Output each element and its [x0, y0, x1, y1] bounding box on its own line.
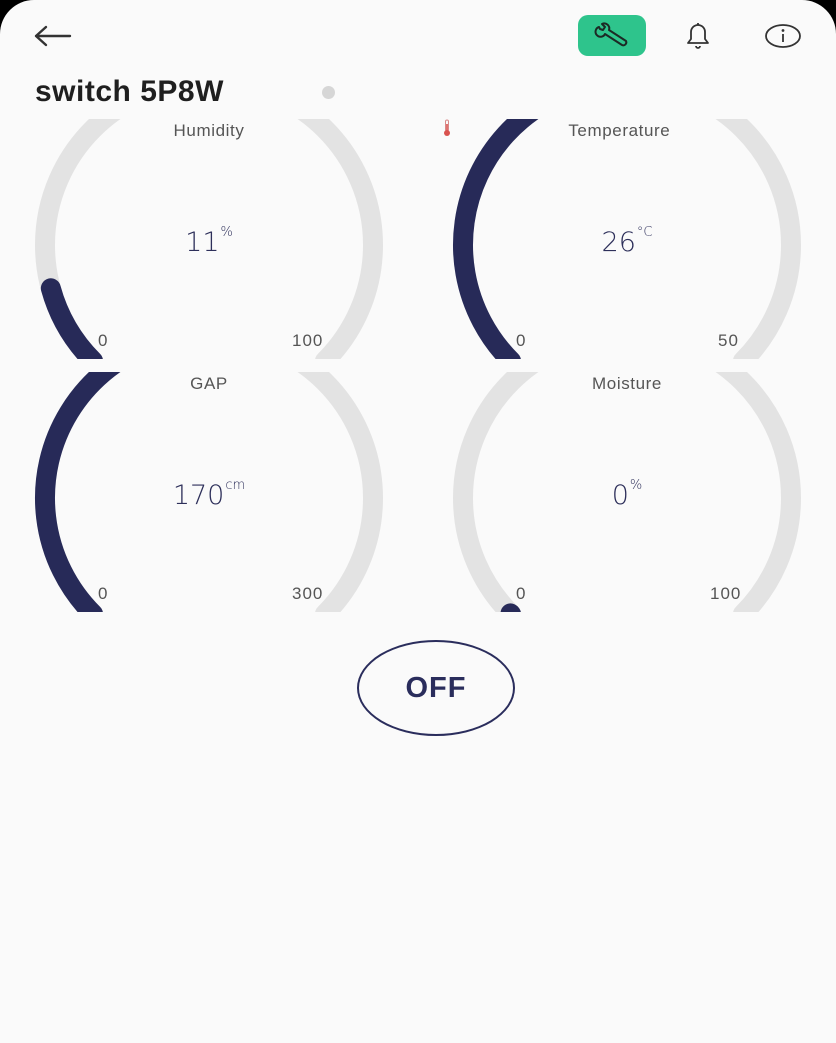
gauge-fill-arc: [40, 278, 103, 359]
info-button[interactable]: [762, 17, 804, 55]
gauge-value: 11%: [185, 225, 233, 258]
gauge-value: 26°C: [601, 225, 653, 258]
arrow-left-icon: [34, 25, 72, 47]
gauge-min: 0: [516, 584, 527, 603]
gauge-moisture: Moisture 0% 0 100: [442, 372, 812, 612]
notifications-button[interactable]: [678, 18, 718, 54]
info-icon: [765, 24, 801, 48]
gauge-max: 50: [718, 331, 739, 350]
gauge-max: 300: [292, 584, 324, 603]
gauge-unit: cm: [225, 478, 246, 493]
gauge-min: 0: [516, 331, 527, 350]
gauge-temperature: Temperature 26°C 0 50: [442, 119, 812, 359]
power-off-button[interactable]: OFF: [357, 640, 515, 736]
gauge-gap: GAP 170cm 0 300: [24, 372, 394, 612]
gauge-min: 0: [98, 584, 109, 603]
gauge-max: 100: [292, 331, 324, 350]
device-name: switch 5P8W: [35, 75, 224, 108]
gauge-unit: °C: [636, 225, 653, 240]
power-button-label: OFF: [405, 671, 467, 704]
wrench-icon: [594, 22, 628, 46]
gauge-min: 0: [98, 331, 109, 350]
bell-icon: [687, 23, 709, 49]
gauge-value: 0%: [611, 478, 643, 511]
gauge-max: 100: [710, 584, 742, 603]
gauge-value: 170cm: [172, 478, 246, 511]
settings-button[interactable]: [578, 15, 646, 56]
gauge-humidity: Humidity 11% 0 100: [24, 119, 394, 359]
back-button[interactable]: [30, 18, 78, 54]
gauge-unit: %: [220, 225, 233, 240]
status-dot: [322, 86, 335, 99]
gauge-unit: %: [629, 478, 643, 493]
top-bar: [0, 0, 836, 72]
device-screen: switch 5P8W Humidity 11% 0 100 Temperatu…: [0, 0, 836, 1043]
